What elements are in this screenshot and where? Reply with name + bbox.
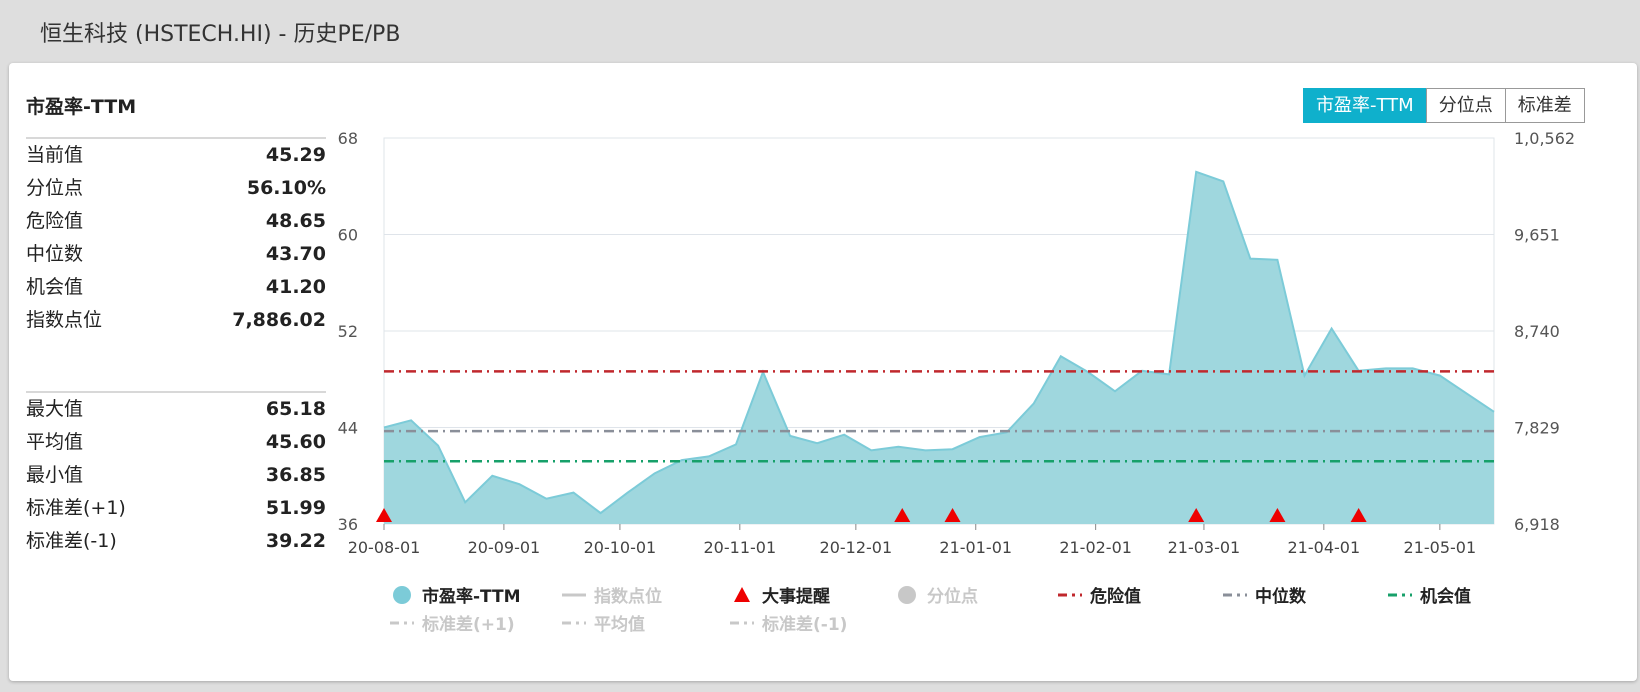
x-tick-label: 21-02-01: [1059, 538, 1132, 557]
y-left-tick-label: 52: [338, 322, 358, 341]
legend-label: 分位点: [927, 587, 978, 607]
y-left-tick-label: 60: [338, 226, 358, 245]
y-left-tick-label: 44: [338, 419, 358, 438]
y-right-tick-label: 9,651: [1514, 226, 1560, 245]
x-tick-label: 20-12-01: [820, 538, 893, 557]
legend-triangle-icon: [730, 585, 758, 605]
legend-label: 指数点位: [594, 587, 662, 607]
legend-circle-icon: [895, 585, 923, 605]
legend-dash-icon: [562, 613, 590, 633]
legend-label: 机会值: [1420, 587, 1471, 607]
legend-item[interactable]: 分位点: [895, 582, 978, 607]
x-tick-label: 20-08-01: [348, 538, 421, 557]
legend-item[interactable]: 机会值: [1388, 582, 1471, 607]
legend-label: 危险值: [1090, 587, 1141, 607]
x-tick-label: 21-01-01: [939, 538, 1012, 557]
x-tick-label: 20-10-01: [584, 538, 657, 557]
y-right-tick-label: 6,918: [1514, 515, 1560, 534]
legend-dash-icon: [1388, 585, 1416, 605]
x-tick-label: 20-11-01: [704, 538, 777, 557]
legend-dash-icon: [1223, 585, 1251, 605]
legend-dash-icon: [1058, 585, 1086, 605]
legend-label: 平均值: [594, 615, 645, 635]
legend-label: 标准差(+1): [422, 615, 515, 635]
y-right-tick-label: 1,0,562: [1514, 129, 1575, 148]
y-right-tick-label: 7,829: [1514, 419, 1560, 438]
legend-label: 标准差(-1): [762, 615, 848, 635]
legend-item[interactable]: 平均值: [562, 610, 645, 635]
x-tick-label: 21-05-01: [1404, 538, 1477, 557]
y-left-tick-label: 36: [338, 515, 358, 534]
y-right-tick-label: 8,740: [1514, 322, 1560, 341]
legend-item[interactable]: 标准差(-1): [730, 610, 847, 635]
legend-line-icon: [562, 585, 590, 605]
pe-area: [384, 171, 1494, 525]
legend-dash-icon: [390, 613, 418, 633]
legend-label: 中位数: [1255, 587, 1306, 607]
x-tick-label: 21-04-01: [1288, 538, 1361, 557]
legend-item[interactable]: 指数点位: [562, 582, 662, 607]
legend-circle-icon: [390, 585, 418, 605]
legend-label: 市盈率-TTM: [422, 587, 521, 607]
legend-item[interactable]: 标准差(+1): [390, 610, 515, 635]
legend-item[interactable]: 大事提醒: [730, 582, 830, 607]
x-tick-label: 20-09-01: [468, 538, 541, 557]
legend-dash-icon: [730, 613, 758, 633]
legend-item[interactable]: 中位数: [1223, 582, 1306, 607]
legend-item[interactable]: 市盈率-TTM: [390, 582, 521, 607]
y-left-tick-label: 68: [338, 129, 358, 148]
legend-label: 大事提醒: [762, 587, 830, 607]
x-tick-label: 21-03-01: [1168, 538, 1241, 557]
legend-item[interactable]: 危险值: [1058, 582, 1141, 607]
